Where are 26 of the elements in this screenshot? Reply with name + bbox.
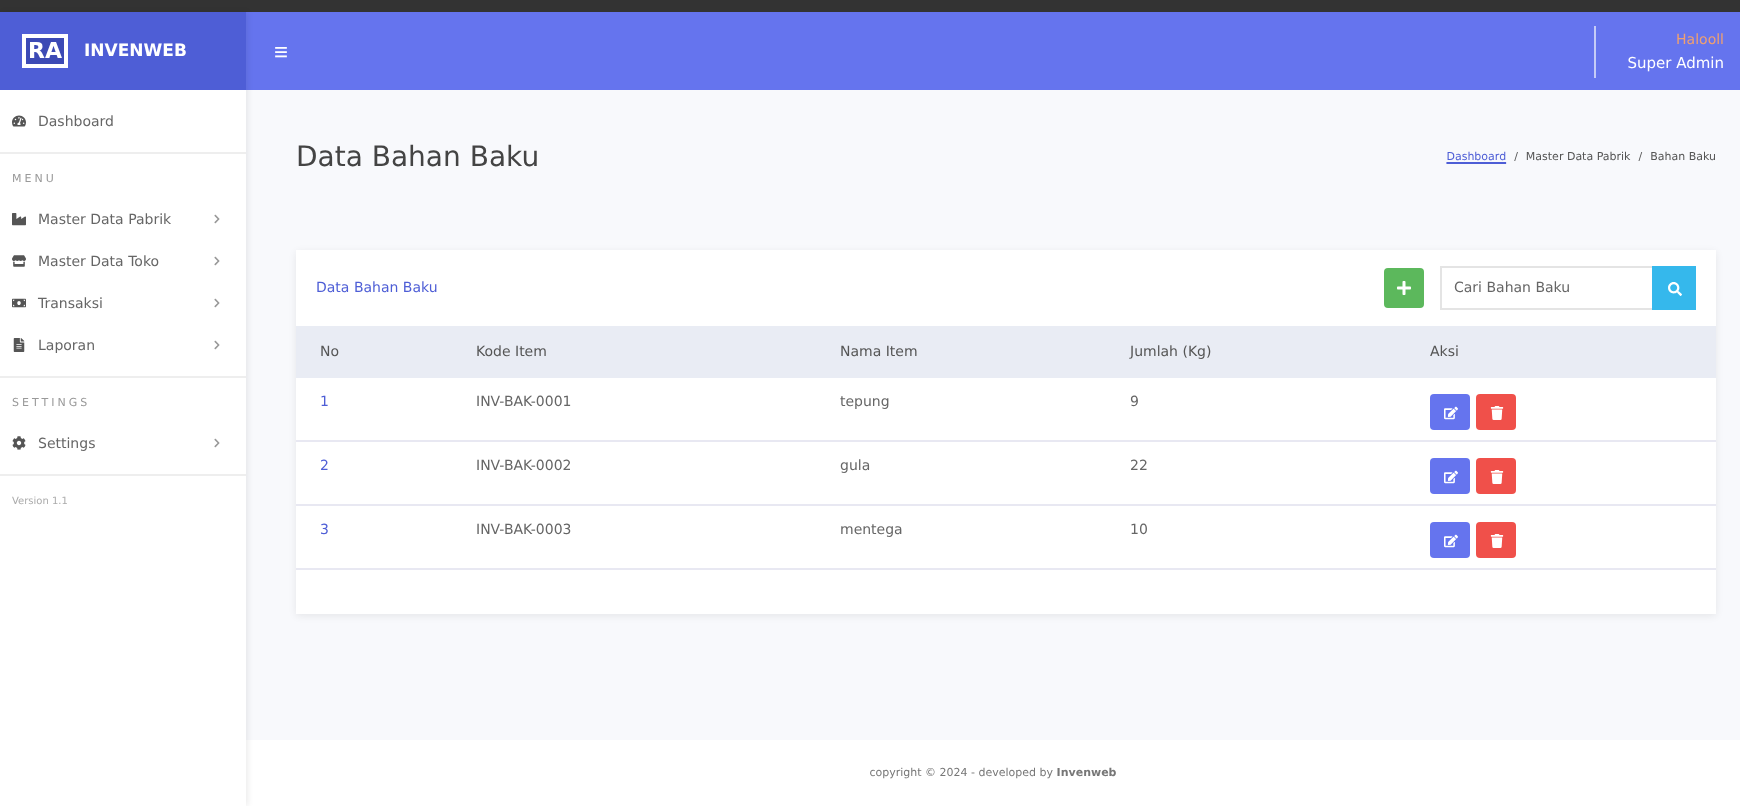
brand-name: INVENWEB	[83, 41, 187, 61]
trash-icon	[1489, 533, 1503, 547]
plus-icon	[1396, 280, 1412, 296]
edit-icon	[1443, 469, 1457, 483]
edit-button[interactable]	[1430, 394, 1470, 430]
edit-icon	[1443, 533, 1457, 547]
edit-icon	[1443, 405, 1457, 419]
store-icon	[12, 254, 26, 268]
search-button[interactable]	[1652, 266, 1696, 310]
delete-button[interactable]	[1476, 458, 1516, 494]
menu-button[interactable]: ≡	[274, 37, 289, 65]
search-icon	[1667, 281, 1681, 295]
edit-button[interactable]	[1430, 522, 1470, 558]
add-button[interactable]	[1384, 268, 1424, 308]
factory-icon	[12, 212, 26, 226]
gauge-icon	[12, 114, 26, 128]
delete-button[interactable]	[1476, 522, 1516, 558]
page-title: Data Bahan Baku	[296, 142, 540, 174]
trash-icon	[1489, 469, 1503, 483]
edit-button[interactable]	[1430, 458, 1470, 494]
delete-button[interactable]	[1476, 394, 1516, 430]
trash-icon	[1489, 405, 1503, 419]
banknote-icon	[12, 296, 26, 310]
document-icon	[12, 338, 26, 352]
logo: RA	[22, 34, 68, 68]
gear-icon	[12, 436, 26, 450]
